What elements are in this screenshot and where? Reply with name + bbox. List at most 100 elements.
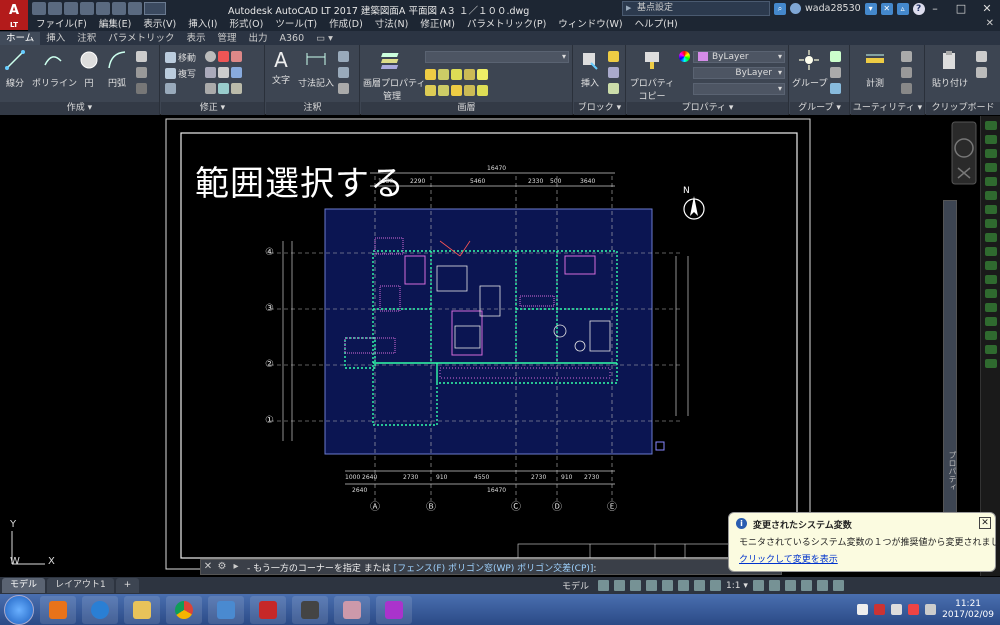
user-name[interactable]: wada28530: [805, 3, 861, 14]
nav-tool-15[interactable]: [984, 317, 997, 326]
properties-palette-collapsed[interactable]: プロパティ: [943, 200, 957, 520]
polyline-button[interactable]: ポリライン: [32, 49, 77, 89]
nav-tool-9[interactable]: [984, 233, 997, 242]
model-space-toggle[interactable]: モデル: [562, 579, 589, 592]
menu-draw[interactable]: 作成(D): [323, 18, 369, 31]
panel-properties-title[interactable]: プロパティ ▾: [627, 102, 788, 115]
table-tool[interactable]: [338, 83, 349, 94]
lineweight-icon[interactable]: [678, 580, 690, 591]
selection-cycling-icon[interactable]: [694, 580, 706, 591]
text-button[interactable]: A 文字: [270, 49, 292, 86]
taskbar-explorer[interactable]: [124, 595, 160, 624]
tab-add-layout[interactable]: +: [115, 578, 140, 593]
nav-tool-17[interactable]: [984, 345, 997, 354]
nav-tool-8[interactable]: [984, 219, 997, 228]
layer-tools-row2[interactable]: [425, 85, 488, 96]
nav-tool-11[interactable]: [984, 261, 997, 270]
minimize-button[interactable]: –: [922, 0, 948, 18]
quick-search-box[interactable]: [144, 2, 166, 15]
nav-tool-2[interactable]: [984, 135, 997, 144]
open-icon[interactable]: [48, 2, 62, 15]
notification-close-button[interactable]: ✕: [979, 517, 991, 529]
nav-tool-14[interactable]: [984, 303, 997, 312]
menu-parametric[interactable]: パラメトリック(P): [461, 18, 552, 31]
group-button[interactable]: グループ: [792, 49, 827, 89]
viewcube[interactable]: [950, 118, 978, 188]
tab-annotate[interactable]: 注釈: [71, 32, 102, 45]
nav-tool-12[interactable]: [984, 275, 997, 284]
user-icon[interactable]: [790, 3, 801, 14]
menu-dimension[interactable]: 寸法(N): [369, 18, 415, 31]
leader-tool[interactable]: [338, 51, 349, 62]
panel-annotation-title[interactable]: 注釈: [266, 102, 359, 115]
stretch-tool[interactable]: [165, 83, 176, 94]
panel-modify-title[interactable]: 修正 ▾: [161, 102, 264, 115]
menu-view[interactable]: 表示(V): [137, 18, 182, 31]
tray-antivirus-icon[interactable]: [874, 604, 886, 615]
menu-window[interactable]: ウィンドウ(W): [552, 18, 628, 31]
polar-icon[interactable]: [646, 580, 658, 591]
dimension-button[interactable]: 寸法記入: [298, 49, 334, 89]
edit-block-tool[interactable]: [608, 67, 619, 78]
save-icon[interactable]: [64, 2, 78, 15]
cart-icon[interactable]: ▾: [864, 2, 877, 15]
linetype-dropdown[interactable]: ByLayer: [693, 67, 785, 79]
nav-tool-10[interactable]: [984, 247, 997, 256]
tab-view[interactable]: 表示: [180, 32, 211, 45]
a360-icon[interactable]: ▵: [896, 2, 909, 15]
workspace-icon[interactable]: [752, 580, 764, 591]
menu-edit[interactable]: 編集(E): [93, 18, 137, 31]
tray-network-icon[interactable]: [891, 604, 903, 615]
mleader-tool[interactable]: [338, 67, 349, 78]
nav-tool-5[interactable]: [984, 177, 997, 186]
match-properties-button[interactable]: プロパティ コピー: [629, 49, 675, 102]
customize-icon[interactable]: [832, 580, 844, 591]
group-edit-tool[interactable]: [830, 67, 841, 78]
undo-icon[interactable]: [112, 2, 126, 15]
group-select-tool[interactable]: [830, 83, 841, 94]
tab-output[interactable]: 出力: [243, 32, 274, 45]
create-rect-tool[interactable]: [136, 51, 147, 62]
tab-options[interactable]: ▭ ▾: [310, 32, 339, 45]
command-options[interactable]: [フェンス(F) ポリゴン窓(WP) ポリゴン交差(CP)]: [394, 564, 594, 574]
taskbar-media-player[interactable]: [40, 595, 76, 624]
util-tool-3[interactable]: [901, 83, 912, 94]
close-button[interactable]: ✕: [974, 0, 1000, 18]
redo-icon[interactable]: [128, 2, 142, 15]
nav-tool-1[interactable]: [984, 121, 997, 130]
nav-tool-16[interactable]: [984, 331, 997, 340]
line-button[interactable]: 線分: [4, 49, 26, 89]
cut-tool[interactable]: [976, 51, 987, 62]
nav-tool-4[interactable]: [984, 163, 997, 172]
mirror-tool[interactable]: [205, 67, 242, 78]
taskbar-ie[interactable]: [82, 595, 118, 624]
util-tool-1[interactable]: [901, 51, 912, 62]
color-dropdown[interactable]: ByLayer: [693, 51, 785, 63]
util-tool-2[interactable]: [901, 67, 912, 78]
measure-button[interactable]: 計測: [855, 49, 895, 89]
panel-layers-title[interactable]: 画層: [361, 102, 572, 115]
paste-button[interactable]: 貼り付け: [930, 49, 970, 89]
copy-tool[interactable]: 複写: [165, 67, 196, 80]
panel-create-title[interactable]: 作成 ▾: [0, 102, 159, 115]
menu-tools[interactable]: ツール(T): [269, 18, 323, 31]
tray-ime-icon[interactable]: [925, 604, 937, 615]
nav-tool-7[interactable]: [984, 205, 997, 214]
notification-link[interactable]: クリックして変更を表示: [739, 552, 838, 565]
layer-dropdown[interactable]: [425, 51, 569, 63]
layer-tools-row1[interactable]: [425, 69, 488, 80]
menu-help[interactable]: ヘルプ(H): [629, 18, 684, 31]
search-icon[interactable]: ⌕: [774, 2, 786, 15]
osnap-icon[interactable]: [662, 580, 674, 591]
insert-button[interactable]: 挿入: [576, 49, 604, 89]
nav-tool-6[interactable]: [984, 191, 997, 200]
plus-icon[interactable]: [768, 580, 780, 591]
nav-tool-18[interactable]: [984, 359, 997, 368]
menu-format[interactable]: 形式(O): [223, 18, 269, 31]
tray-show-icon[interactable]: [857, 604, 869, 615]
panel-utilities-title[interactable]: ユーティリティ ▾: [851, 102, 924, 115]
maximize-button[interactable]: □: [948, 0, 974, 18]
taskbar-hpb[interactable]: [292, 595, 328, 624]
create-more-tool[interactable]: [136, 83, 147, 94]
save-as-icon[interactable]: [80, 2, 94, 15]
